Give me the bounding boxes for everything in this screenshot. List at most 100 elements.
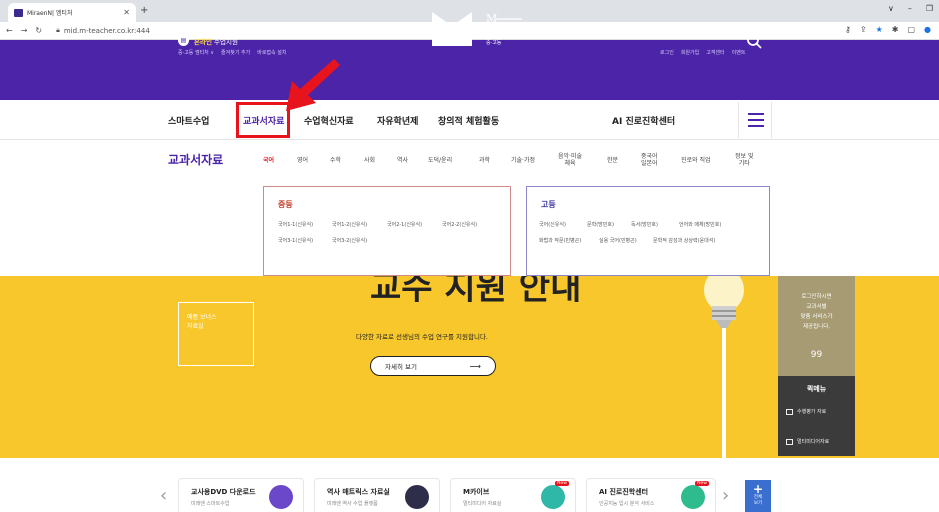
login-promo[interactable]: 로그인하시면 교과서별 맞춤 서비스가 제공됩니다. 99	[778, 276, 855, 376]
matrix-icon	[405, 485, 429, 509]
subnav-title: 교과서자료	[168, 153, 224, 167]
header-link[interactable]: 즐겨찾기 추가	[221, 49, 250, 56]
service-card-dvd[interactable]: 교사용DVD 다운로드 미래엔 스마트수업	[178, 478, 304, 512]
high-school-panel: 고등 국어(신유식) 문학(방민호) 독서(방민호) 언어와 매체(방민호) 화…	[526, 186, 770, 276]
textbook-link[interactable]: 국어1-1(신유식)	[278, 221, 313, 228]
search-icon[interactable]	[746, 33, 762, 49]
textbook-link[interactable]: 국어2-2(신유식)	[442, 221, 477, 228]
window-controls: ∨ – ❐	[888, 4, 933, 13]
service-card-ai-career[interactable]: AI 진로진학센터 인공지능 입시 분석 서비스 New	[586, 478, 716, 512]
header-left-links: 중·고등 엠티처 ∨ 즐겨찾기 추가 바로접속 설치	[178, 49, 286, 56]
subnav-science[interactable]: 과학	[479, 157, 490, 164]
view-all-button[interactable]: + 전체 보기	[745, 480, 771, 512]
logo-level: 중·고등	[486, 40, 502, 46]
nav-creative[interactable]: 창의적 체험활동	[438, 114, 499, 127]
minimize-icon[interactable]: –	[908, 4, 912, 13]
lock-icon: 🔒︎	[56, 26, 60, 34]
textbook-link[interactable]: 화법과 작문(민병곤)	[539, 237, 581, 244]
share-icon[interactable]: ⇪	[860, 25, 867, 34]
media-icon	[786, 438, 793, 445]
analytics-icon	[681, 485, 705, 509]
back-icon[interactable]: ←	[6, 26, 13, 35]
extensions-icon[interactable]: ✱	[892, 25, 899, 34]
subnav-career[interactable]: 진로와 직업	[681, 157, 711, 164]
main-nav: 스마트수업 교과서자료 수업혁신자료 자유학년제 창의적 체험활동 AI 진로진…	[0, 100, 939, 140]
banner-title-text: 교수 지원 안내	[370, 276, 582, 302]
subnav-social[interactable]: 사회	[364, 157, 375, 164]
textbook-link[interactable]: 국어(신유식)	[539, 221, 566, 228]
card-title: 교사용DVD 다운로드	[191, 488, 256, 496]
chevron-right-icon[interactable]: ›	[722, 485, 729, 506]
panel-heading: 고등	[541, 200, 556, 209]
textbook-link[interactable]: 국어2-1(신유식)	[387, 221, 422, 228]
star-icon[interactable]: ★	[876, 25, 883, 34]
nav-innovation[interactable]: 수업혁신자료	[304, 114, 354, 127]
textbook-link[interactable]: 국어3-2(신유식)	[332, 237, 367, 244]
nav-free-year[interactable]: 자유학년제	[377, 114, 418, 127]
subnav-info[interactable]: 정보 및 기타	[735, 153, 753, 167]
support-link[interactable]: 고객센터	[706, 49, 724, 56]
subnav-tech-home[interactable]: 기술·가정	[511, 157, 535, 164]
browser-tab[interactable]: MiraenN| 엠티처 ✕	[8, 3, 136, 22]
subnav-chinese-japanese[interactable]: 중국어 일본어	[641, 153, 658, 167]
card-subtitle: 인공지능 입시 분석 서비스	[599, 501, 655, 507]
subnav-english[interactable]: 영어	[297, 157, 308, 164]
menu-button[interactable]	[738, 102, 772, 138]
online-support-link[interactable]: ▤ 온라인 수업지원	[178, 35, 238, 46]
card-subtitle: 미래엔 스마트수업	[191, 501, 230, 507]
textbook-link[interactable]: 독서(방민호)	[631, 221, 658, 228]
textbook-link[interactable]: 문학적 감성과 상상력(윤대석)	[653, 237, 715, 244]
subnav-history[interactable]: 역사	[397, 157, 408, 164]
sidepanel-icon[interactable]: ▢	[907, 25, 915, 34]
view-more-button[interactable]: 자세히 보기 ⟶	[370, 356, 496, 376]
banner-description: 다양한 자료로 선생님의 수업 연구를 지원합니다.	[356, 333, 488, 341]
subnav-ethics[interactable]: 도덕/윤리	[428, 157, 452, 164]
subnav-korean[interactable]: 국어	[263, 157, 274, 164]
new-tab-icon[interactable]: +	[140, 5, 148, 16]
nav-ai-career[interactable]: AI 진로진학센터	[612, 114, 675, 127]
key-icon[interactable]: ⚷	[845, 25, 851, 34]
header-link[interactable]: 중·고등 엠티처 ∨	[178, 49, 214, 56]
profile-icon[interactable]: ●	[924, 25, 931, 34]
quick-multimedia-link[interactable]: 멀티미디어자료	[786, 438, 829, 445]
bonus-box[interactable]: 예쁨 보너스 자료실	[178, 302, 254, 366]
service-card-history[interactable]: 역사 매트릭스 자료실 미래엔 역사 수업 플랫폼	[314, 478, 440, 512]
restore-icon[interactable]: ❐	[926, 4, 933, 13]
quote-icon: 99	[810, 350, 823, 360]
panel-heading: 중등	[278, 200, 293, 209]
login-link[interactable]: 로그인	[660, 49, 674, 56]
view-more-label: 자세히 보기	[385, 363, 417, 371]
signup-link[interactable]: 회원가입	[681, 49, 699, 56]
chevron-left-icon[interactable]: ‹	[160, 485, 167, 506]
site-logo[interactable]: M teacher 중·고등	[430, 8, 525, 50]
card-title: 역사 매트릭스 자료실	[327, 488, 390, 496]
textbook-link[interactable]: 국어1-2(신유식)	[332, 221, 367, 228]
forward-icon[interactable]: →	[21, 26, 28, 35]
event-link[interactable]: 이벤트	[732, 49, 746, 56]
hamburger-icon	[748, 113, 764, 115]
url-text[interactable]: mid.m-teacher.co.kr:444	[64, 27, 150, 35]
favicon-icon	[14, 8, 23, 17]
quick-menu-title: 퀵메뉴	[806, 385, 827, 393]
subnav-hanmun[interactable]: 한문	[607, 157, 618, 164]
quick-link-label: 수행평가 자료	[797, 409, 827, 415]
nav-smart-class[interactable]: 스마트수업	[168, 114, 209, 127]
subnav-math[interactable]: 수학	[330, 157, 341, 164]
bonus-box-text: 예쁨 보너스 자료실	[187, 314, 217, 330]
textbook-link[interactable]: 국어3-1(신유식)	[278, 237, 313, 244]
chevron-down-icon[interactable]: ∨	[888, 4, 894, 13]
textbook-link[interactable]: 언어와 매체(방민호)	[679, 221, 721, 228]
textbook-link[interactable]: 실용 국어(민병곤)	[599, 237, 637, 244]
subnav-arts[interactable]: 음악·미술 체육	[558, 153, 582, 167]
logo-mark-icon	[432, 12, 472, 46]
service-card-mcarchive[interactable]: M카이브 멀티미디어 자료실 New	[450, 478, 576, 512]
red-arrow-icon	[286, 59, 340, 111]
quick-assessment-link[interactable]: 수행평가 자료	[786, 408, 826, 415]
quick-menu: 퀵메뉴 수행평가 자료 멀티미디어자료	[778, 376, 855, 456]
play-icon	[541, 485, 565, 509]
card-subtitle: 미래엔 역사 수업 플랫폼	[327, 501, 378, 507]
textbook-link[interactable]: 문학(방민호)	[587, 221, 614, 228]
close-tab-icon[interactable]: ✕	[123, 8, 130, 17]
reload-icon[interactable]: ↻	[35, 26, 42, 35]
lightbulb-illustration-icon	[704, 276, 744, 458]
